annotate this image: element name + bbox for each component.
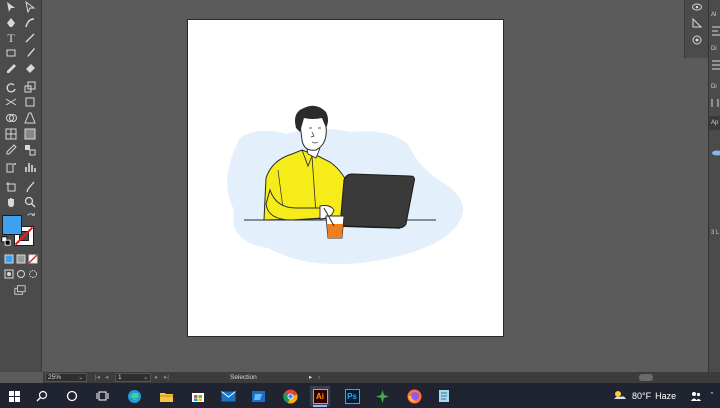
microsoft-store-icon[interactable] xyxy=(188,386,208,406)
illustrator-app-icon[interactable]: Ai xyxy=(310,386,330,407)
haze-weather-icon xyxy=(614,391,626,399)
search-icon[interactable] xyxy=(32,386,52,406)
appearance-icon[interactable] xyxy=(689,33,705,47)
gradient-tool-icon[interactable] xyxy=(22,127,38,141)
start-button-icon[interactable] xyxy=(4,386,24,406)
mail-icon[interactable] xyxy=(218,386,238,406)
scroll-left-icon[interactable]: ‹ xyxy=(318,373,320,382)
none-mode-icon[interactable] xyxy=(25,252,41,266)
curvature-tool-icon[interactable] xyxy=(22,16,38,30)
eyedropper-tool-icon[interactable] xyxy=(3,143,19,157)
mesh-tool-icon[interactable] xyxy=(3,127,19,141)
canvas-area[interactable] xyxy=(43,0,710,372)
windows-taskbar: Ai Ps 80°F Haze ˆ xyxy=(0,383,720,408)
scale-tool-icon[interactable] xyxy=(22,80,38,94)
edge-icon[interactable] xyxy=(124,386,144,406)
photoshop-app-icon[interactable]: Ps xyxy=(342,386,362,406)
selection-tool-icon[interactable] xyxy=(3,0,19,14)
paintbrush-tool-icon[interactable] xyxy=(22,46,38,60)
screen-mode-icon[interactable] xyxy=(11,283,29,297)
chrome-icon[interactable] xyxy=(280,386,300,406)
column-graph-tool-icon[interactable] xyxy=(22,160,38,174)
weather-widget[interactable]: 80°F Haze xyxy=(612,387,682,405)
illustrator-window: T Al Di Di Ap 3 L 25% ⌄ |◂ ◂ 1 ⌄ ▸ ▸| Se… xyxy=(0,0,720,408)
current-tool-label: Selection xyxy=(230,374,257,381)
person-laptop-illustration xyxy=(227,105,464,265)
anaconda-icon[interactable] xyxy=(372,386,392,406)
direct-selection-tool-icon[interactable] xyxy=(22,0,38,14)
laptop-screen xyxy=(339,173,415,229)
cup-liquid xyxy=(327,224,343,238)
perspective-grid-tool-icon[interactable] xyxy=(22,111,38,125)
align-icon[interactable] xyxy=(709,24,720,38)
free-transform-tool-icon[interactable] xyxy=(22,95,38,109)
artboard[interactable] xyxy=(187,19,504,337)
line-tool-icon[interactable] xyxy=(22,31,38,45)
draw-inside-icon[interactable] xyxy=(25,267,41,281)
type-tool-icon[interactable]: T xyxy=(3,31,19,45)
swap-fill-stroke-icon[interactable] xyxy=(26,212,36,222)
firefox-icon[interactable] xyxy=(404,386,424,406)
shape-properties-icon[interactable] xyxy=(689,16,705,30)
weather-description: Haze xyxy=(655,391,677,401)
rectangle-tool-icon[interactable] xyxy=(3,46,19,60)
weather-temperature: 80°F xyxy=(632,391,652,401)
file-explorer-icon[interactable] xyxy=(156,386,176,406)
panel-label-distribute-spacing: Di xyxy=(711,84,717,90)
panel-label-layers-count: 3 L xyxy=(711,230,720,236)
status-bar: 25% ⌄ |◂ ◂ 1 ⌄ ▸ ▸| Selection ▸ ‹ xyxy=(43,372,720,383)
horizontal-scrollbar-thumb[interactable] xyxy=(639,374,653,381)
last-artboard-icon[interactable]: ▸| xyxy=(164,373,169,382)
movies-tv-icon[interactable] xyxy=(248,386,268,406)
zoom-tool-icon[interactable] xyxy=(22,195,38,209)
panel-label-appearance: Ap xyxy=(711,120,719,126)
pencil-tool-icon[interactable] xyxy=(3,62,19,76)
fill-color-swatch[interactable] xyxy=(2,215,22,235)
rotate-tool-icon[interactable] xyxy=(3,80,19,94)
hand-tool-icon[interactable] xyxy=(3,195,19,209)
shape-builder-tool-icon[interactable] xyxy=(3,111,19,125)
task-view-icon[interactable] xyxy=(92,386,112,406)
next-artboard-icon[interactable]: ▸ xyxy=(155,373,158,382)
blend-tool-icon[interactable] xyxy=(22,143,38,157)
panel-label-align: Al xyxy=(711,12,717,18)
artboard-dropdown-chevron-icon[interactable]: ⌄ xyxy=(143,373,148,382)
distribute-spacing-icon[interactable] xyxy=(709,96,720,110)
default-fill-stroke-icon[interactable] xyxy=(1,236,11,246)
zoom-dropdown-chevron-icon[interactable]: ⌄ xyxy=(78,373,83,382)
status-menu-arrow-icon[interactable]: ▸ xyxy=(309,373,312,382)
cortana-icon[interactable] xyxy=(62,386,82,406)
tools-panel: T xyxy=(0,0,42,372)
properties-panel: Al Di Di Ap 3 L xyxy=(708,0,720,372)
width-tool-icon[interactable] xyxy=(3,95,19,109)
first-artboard-icon[interactable]: |◂ xyxy=(95,373,100,382)
notepad-icon[interactable] xyxy=(434,386,454,406)
eraser-tool-icon[interactable] xyxy=(22,62,38,76)
eye-visibility-icon[interactable] xyxy=(709,146,720,160)
previous-artboard-icon[interactable]: ◂ xyxy=(105,373,108,382)
pen-tool-icon[interactable] xyxy=(3,16,19,30)
panel-label-distribute: Di xyxy=(711,46,717,52)
distribute-icon[interactable] xyxy=(709,58,720,72)
symbol-sprayer-tool-icon[interactable] xyxy=(3,160,19,174)
artboard-tool-icon[interactable] xyxy=(3,180,19,194)
system-tray-chevron-icon[interactable]: ˆ xyxy=(702,386,720,406)
slice-tool-icon[interactable] xyxy=(22,180,38,194)
cc-libraries-icon[interactable] xyxy=(689,0,705,14)
properties-strip xyxy=(684,0,708,58)
